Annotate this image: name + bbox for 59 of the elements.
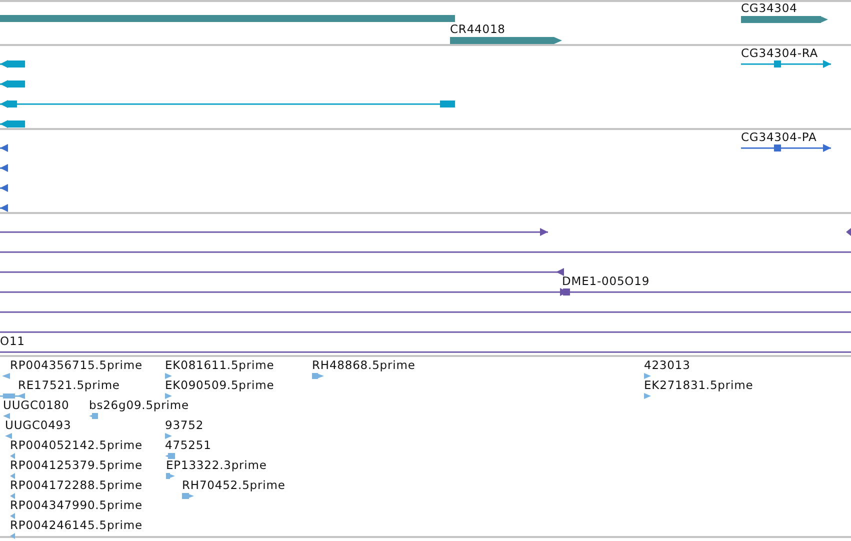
- est-glyph[interactable]: [166, 473, 175, 479]
- est-glyph[interactable]: [165, 433, 172, 439]
- transcript-glyph[interactable]: [0, 80, 25, 88]
- feature-label: RP004052142.5prime: [10, 439, 142, 452]
- feature-label: RP004356715.5prime: [10, 359, 142, 372]
- transcript-glyph[interactable]: [0, 120, 25, 128]
- gene-glyph[interactable]: [450, 37, 562, 44]
- est-glyph[interactable]: [10, 533, 15, 539]
- feature-label: RP004172288.5prime: [10, 479, 142, 492]
- est-glyph[interactable]: [10, 473, 15, 479]
- feature-label: O11: [0, 335, 25, 348]
- feature-label: CG34304-PA: [741, 131, 817, 144]
- protein-glyph[interactable]: [741, 144, 831, 152]
- transcript-glyph[interactable]: [0, 100, 455, 108]
- feature-label: RH48868.5prime: [312, 359, 416, 372]
- est-glyph[interactable]: [644, 393, 651, 399]
- est-glyph[interactable]: [0, 393, 25, 399]
- feature-label: EK081611.5prime: [165, 359, 274, 372]
- est-glyph[interactable]: [10, 493, 15, 499]
- feature-label: 475251: [165, 439, 212, 452]
- est-glyph[interactable]: [165, 373, 172, 379]
- feature-label: EK090509.5prime: [165, 379, 274, 392]
- feature-label: UUGC0180: [3, 399, 70, 412]
- feature-label: CG34304: [741, 2, 798, 15]
- feature-label: 423013: [644, 359, 690, 372]
- feature-label: CR44018: [450, 23, 506, 36]
- est-glyph[interactable]: [182, 493, 194, 499]
- protein-glyph[interactable]: [0, 144, 8, 152]
- alignment-glyph[interactable]: [0, 268, 564, 276]
- feature-label: 93752: [165, 419, 204, 432]
- feature-label: EK271831.5prime: [644, 379, 754, 392]
- est-glyph[interactable]: [10, 513, 15, 519]
- gene-glyph[interactable]: [741, 16, 828, 23]
- est-glyph[interactable]: [5, 433, 12, 439]
- transcript-glyph[interactable]: [0, 60, 25, 68]
- feature-label: RP004347990.5prime: [10, 499, 142, 512]
- est-glyph[interactable]: [89, 413, 98, 419]
- feature-label: EP13322.3prime: [166, 459, 267, 472]
- feature-label: RE17521.5prime: [18, 379, 120, 392]
- feature-label: bs26g09.5prime: [89, 399, 189, 412]
- protein-glyph[interactable]: [0, 184, 8, 192]
- est-glyph[interactable]: [165, 393, 172, 399]
- protein-glyph[interactable]: [0, 204, 8, 212]
- est-glyph[interactable]: [644, 373, 651, 379]
- alignment-glyph[interactable]: [0, 228, 548, 236]
- feature-label: DME1-005O19: [562, 275, 650, 288]
- est-glyph[interactable]: [312, 373, 324, 379]
- alignment-glyph[interactable]: [0, 288, 851, 296]
- alignment-glyph[interactable]: [846, 228, 851, 236]
- transcript-glyph[interactable]: [741, 60, 831, 68]
- feature-label: RP004246145.5prime: [10, 519, 142, 532]
- est-glyph[interactable]: [165, 453, 175, 459]
- est-glyph[interactable]: [3, 413, 10, 419]
- feature-label: RH70452.5prime: [182, 479, 286, 492]
- feature-label: CG34304-RA: [741, 47, 818, 60]
- feature-label: RP004125379.5prime: [10, 459, 142, 472]
- est-glyph[interactable]: [10, 453, 15, 459]
- protein-glyph[interactable]: [0, 164, 8, 172]
- feature-label: UUGC0493: [5, 419, 72, 432]
